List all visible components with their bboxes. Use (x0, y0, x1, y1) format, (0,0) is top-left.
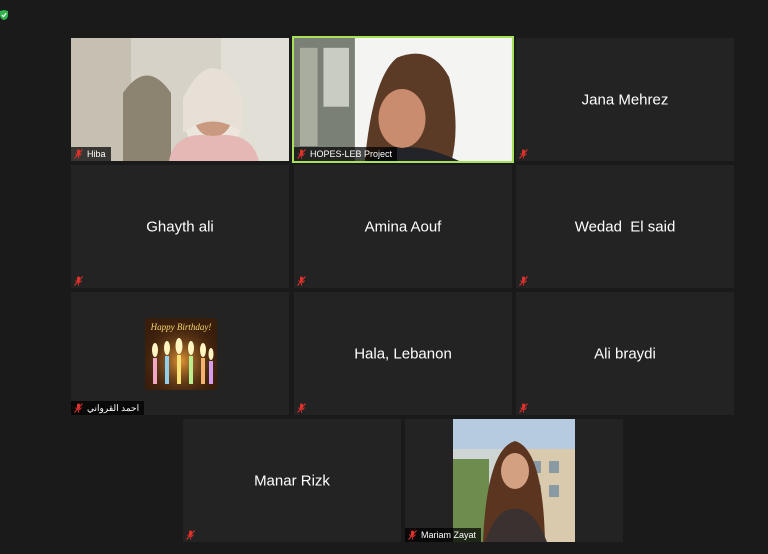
participant-tile-ghayth-ali[interactable]: Ghayth ali (71, 165, 289, 288)
participant-tile-jana-mehrez[interactable]: Jana Mehrez (516, 38, 734, 161)
participant-label: HOPES-LEB Project (294, 147, 398, 161)
participant-tile-amina-aouf[interactable]: Amina Aouf (294, 165, 512, 288)
participant-label: Hiba (71, 147, 111, 161)
participant-name: Manar Rizk (254, 472, 330, 489)
birthday-cake-image: Happy Birthday! (145, 318, 217, 390)
participant-video (453, 419, 575, 542)
birthday-card-text: Happy Birthday! (150, 322, 212, 332)
participant-tile-hala-lebanon[interactable]: Hala, Lebanon (294, 292, 512, 415)
microphone-muted-icon (73, 275, 84, 286)
microphone-muted-icon (296, 275, 307, 286)
microphone-muted-icon (296, 149, 307, 160)
microphone-muted-icon (407, 530, 418, 541)
participant-label: احمد القرواني (71, 401, 145, 415)
participant-tile-ahmad-alqarwani[interactable]: Happy Birthday! احمد القرواني (71, 292, 289, 415)
participant-name: Jana Mehrez (581, 91, 669, 108)
microphone-muted-icon (518, 275, 529, 286)
participant-name: Hiba (87, 149, 106, 159)
participant-tile-hiba[interactable]: Hiba (71, 38, 289, 161)
participant-tile-wedad-el-said[interactable]: Wedad El said (516, 165, 734, 288)
microphone-muted-icon (73, 149, 84, 160)
participant-name: Hala, Lebanon (354, 345, 452, 362)
microphone-muted-icon (73, 403, 84, 414)
participant-name: Wedad El said (574, 218, 676, 235)
participant-tile-mariam-zayat[interactable]: Mariam Zayat (405, 419, 623, 542)
microphone-muted-icon (518, 148, 529, 159)
participant-label: Mariam Zayat (405, 528, 482, 542)
participant-name: Mariam Zayat (421, 530, 477, 540)
participant-video (71, 38, 289, 161)
microphone-muted-icon (296, 402, 307, 413)
microphone-muted-icon (518, 402, 529, 413)
microphone-muted-icon (185, 529, 196, 540)
participant-name: HOPES-LEB Project (310, 149, 393, 159)
shield-check-icon[interactable] (0, 10, 8, 20)
participant-tile-hopes-leb-project[interactable]: HOPES-LEB Project (292, 36, 514, 163)
participant-name: Ali braydi (594, 345, 656, 362)
participant-name: Ghayth ali (146, 218, 214, 235)
participant-tile-manar-rizk[interactable]: Manar Rizk (183, 419, 401, 542)
participant-name: احمد القرواني (87, 402, 140, 413)
participant-name: Amina Aouf (364, 218, 442, 235)
participant-tile-ali-braydi[interactable]: Ali braydi (516, 292, 734, 415)
participant-video (294, 38, 512, 161)
